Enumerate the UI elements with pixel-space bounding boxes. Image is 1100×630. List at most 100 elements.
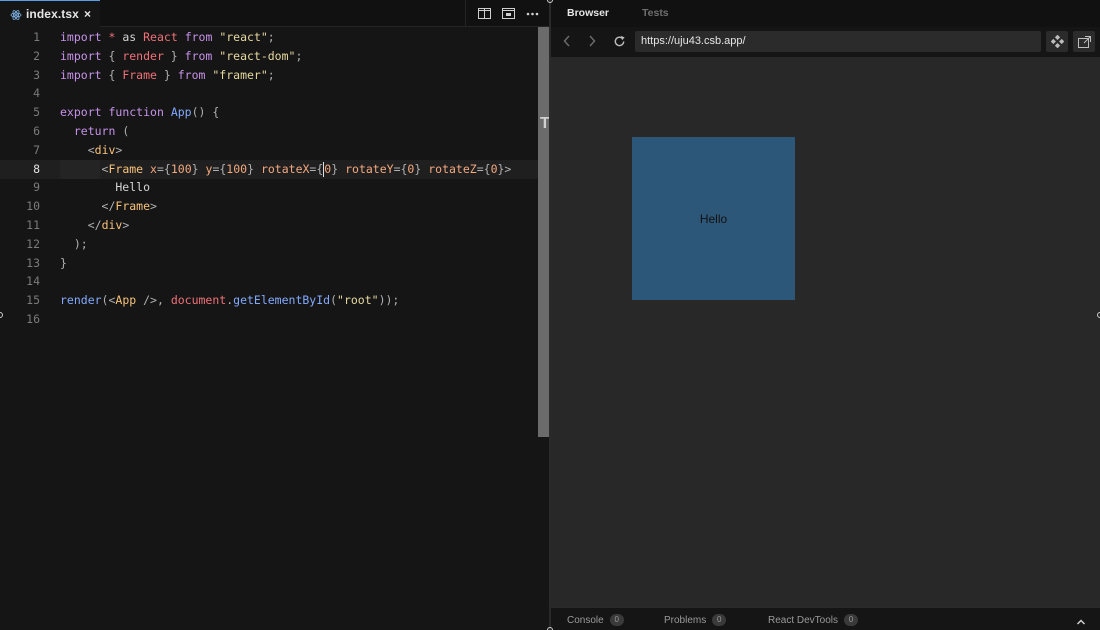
editor-pane: index.tsx × 1 import * as React from "rea… <box>0 0 550 630</box>
tab-react-devtools[interactable]: React DevTools 0 <box>768 614 859 626</box>
forward-icon[interactable] <box>584 33 600 49</box>
more-icon[interactable] <box>524 6 540 22</box>
editor-tabbar: index.tsx × <box>0 0 550 27</box>
code-line[interactable]: 2 import { render } from "react-dom"; <box>0 47 550 66</box>
code-line[interactable]: 15 render(<App />, document.getElementByI… <box>0 291 550 310</box>
code-token: "root" <box>337 293 379 308</box>
code-line[interactable]: 9 Hello <box>0 178 550 197</box>
code-token: "react" <box>219 30 268 44</box>
code-line[interactable]: 11 </div> <box>0 216 550 235</box>
code-line-active[interactable]: 8 <Frame x={100} y={100} rotateX={0} rot… <box>0 159 550 179</box>
tab-browser[interactable]: Browser <box>567 7 609 19</box>
code-token: ; <box>295 48 303 63</box>
browser-nav: https://uju43.csb.app/ <box>551 27 1100 57</box>
line-number: 10 <box>26 199 40 214</box>
line-source: import { Frame } from "framer"; <box>60 66 275 85</box>
code-token: </ <box>101 199 116 214</box>
line-number: 1 <box>33 30 40 44</box>
split-view-icon[interactable] <box>476 6 492 22</box>
code-token: import <box>60 30 102 44</box>
code-line[interactable]: 14 <box>0 272 550 291</box>
line-source: import * as React from "react"; <box>60 28 275 47</box>
line-number: 4 <box>33 86 40 101</box>
chevron-up-icon[interactable] <box>1076 613 1088 625</box>
code-token: Hello <box>60 180 151 195</box>
file-tab-index-tsx[interactable]: index.tsx × <box>0 0 100 27</box>
preview-window-icon[interactable] <box>500 6 516 22</box>
tab-problems[interactable]: Problems 0 <box>664 614 727 626</box>
line-source: <Frame x={100} y={100} rotateX={0} rotat… <box>60 160 511 179</box>
code-token: rotateY <box>345 161 394 176</box>
browser-viewport: Hello <box>551 57 1100 607</box>
tab-console[interactable]: Console 0 <box>567 614 624 626</box>
url-input[interactable]: https://uju43.csb.app/ <box>635 31 1041 52</box>
code-token: render <box>122 48 164 63</box>
code-token: > <box>115 142 123 157</box>
code-token: () { <box>191 105 220 120</box>
code-line[interactable]: 4 <box>0 84 550 103</box>
code-token: Frame <box>115 199 151 214</box>
code-line[interactable]: 16 <box>0 310 550 329</box>
code-token: function <box>108 105 164 120</box>
code-token: from <box>184 30 213 44</box>
devtools-count-badge: 0 <box>844 614 859 626</box>
line-source: import { render } from "react-dom"; <box>60 47 302 66</box>
code-line[interactable]: 13} <box>0 254 550 273</box>
code-token: ; <box>267 67 275 82</box>
code-token: App <box>170 105 192 120</box>
code-token: return <box>73 124 116 138</box>
codesandbox-icon[interactable] <box>1046 31 1068 52</box>
code-editor[interactable]: 1 import * as React from "react"; 2 import … <box>0 27 550 630</box>
tab-tests[interactable]: Tests <box>642 7 669 19</box>
code-line[interactable]: 7 <div> <box>0 141 550 160</box>
code-line[interactable]: 5 export function App() { <box>0 103 550 122</box>
code-line[interactable]: 12 ); <box>0 235 550 254</box>
devtools-bar: Console 0 Problems 0 React DevTools 0 <box>551 607 1100 630</box>
code-token: Frame <box>122 67 157 82</box>
code-token: </ <box>87 218 102 232</box>
code-token: ={ <box>393 161 408 176</box>
frame-box: Hello <box>632 137 795 300</box>
line-source: <div> <box>60 141 123 160</box>
code-token: ( <box>115 124 130 138</box>
code-token: getElementById <box>233 293 331 308</box>
line-source: render(<App />, document.getElementById(… <box>60 291 399 310</box>
line-number: 3 <box>33 67 40 82</box>
code-token: } <box>247 161 255 176</box>
line-source: ); <box>60 235 88 254</box>
code-token: ={ <box>476 161 491 176</box>
close-tab-icon[interactable]: × <box>84 7 91 21</box>
code-token: document <box>170 293 227 308</box>
code-line[interactable]: 6 return ( <box>0 122 550 141</box>
preview-pane: Browser Tests https://uju43.csb.app/ Hel… <box>551 0 1100 630</box>
line-number: 16 <box>26 312 40 326</box>
frame-text: Hello <box>699 211 728 226</box>
problems-count-badge: 0 <box>712 614 727 626</box>
code-token: React <box>143 30 178 44</box>
open-external-icon[interactable] <box>1073 31 1095 52</box>
code-line[interactable]: 3 import { Frame } from "framer"; <box>0 66 550 85</box>
code-token: } <box>156 67 178 82</box>
line-source: return ( <box>60 122 129 141</box>
code-token: x <box>150 161 157 176</box>
back-icon[interactable] <box>559 33 575 49</box>
react-icon <box>10 8 22 20</box>
code-token: 0 <box>490 161 498 176</box>
code-token: }> <box>497 161 512 176</box>
refresh-icon[interactable] <box>611 33 627 49</box>
code-token: ); <box>73 236 88 251</box>
code-token: />, <box>136 293 171 308</box>
line-number: 7 <box>33 142 40 157</box>
code-line[interactable]: 1 import * as React from "react"; <box>0 28 550 47</box>
problems-label: Problems <box>664 614 707 626</box>
code-token: import <box>60 67 102 82</box>
code-token: rotateZ <box>428 161 477 176</box>
code-token: rotateX <box>260 161 310 176</box>
code-line[interactable]: 10 </Frame> <box>0 197 550 216</box>
code-token: "react-dom" <box>219 48 296 63</box>
code-token: ={ <box>156 161 171 176</box>
